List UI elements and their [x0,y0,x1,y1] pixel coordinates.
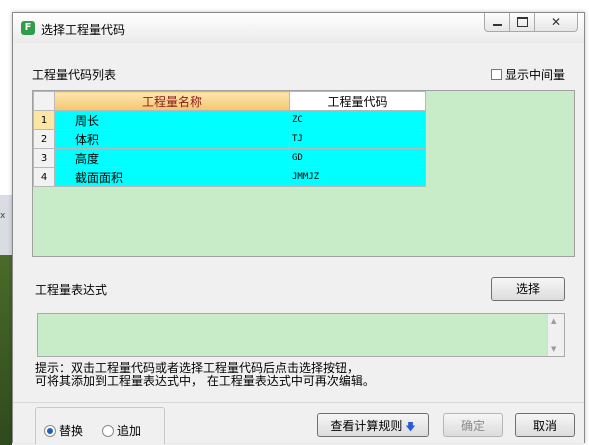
ok-button[interactable]: 确定 [443,413,503,437]
table-row[interactable]: 2 体积 TJ [33,129,426,149]
footer-divider [13,402,584,403]
minimize-button[interactable] [484,13,510,32]
show-intermediate-checkbox[interactable]: 显示中间量 [491,66,565,83]
cell-name[interactable]: 体积 [54,129,290,149]
append-radio[interactable]: 追加 [102,422,141,439]
scroll-down-icon[interactable]: ▼ [551,345,556,353]
window-title: 选择工程量代码 [41,23,126,37]
cell-name[interactable]: 截面面积 [54,167,290,187]
column-header-name[interactable]: 工程量名称 [54,91,290,111]
radio-selected-icon[interactable] [44,424,56,437]
close-icon: ✕ [550,15,562,29]
mode-radio-group: 替换 追加 [35,407,165,444]
cell-name[interactable]: 高度 [54,148,290,168]
app-icon: F [21,21,35,35]
column-header-code[interactable]: 工程量代码 [289,91,426,111]
replace-radio[interactable]: 替换 [44,422,83,439]
cancel-button[interactable]: 取消 [515,413,575,437]
scroll-up-icon[interactable]: ▲ [551,317,556,325]
title-bar[interactable]: F 选择工程量代码 ✕ [13,13,584,43]
desktop-glyph: x [0,211,6,221]
cell-code[interactable]: GD [289,148,426,168]
hint-line-1: 提示：双击工程量代码或者选择工程量代码后点击选择按钮， [35,361,360,375]
row-number: 2 [33,129,55,149]
expression-scrollbar[interactable]: ▲ ▼ [547,314,564,356]
expression-label: 工程量表达式 [35,283,108,297]
table-header-row: 工程量名称 工程量代码 [33,91,426,111]
code-list-label: 工程量代码列表 [32,68,117,82]
cell-name[interactable]: 周长 [54,110,290,130]
append-label: 追加 [117,424,142,438]
desktop-strip [0,255,12,445]
show-intermediate-label: 显示中间量 [505,68,566,82]
maximize-icon [516,17,528,27]
radio-unselected-icon[interactable] [102,424,114,437]
cell-code[interactable]: ZC [289,110,426,130]
table-row[interactable]: 4 截面面积 JMMJZ [33,167,426,187]
table-row[interactable]: 3 高度 GD [33,148,426,168]
row-number: 4 [33,167,55,187]
code-grid: 工程量名称 工程量代码 1 周长 ZC 2 体积 TJ 3 高度 GD 4 截面… [32,90,575,257]
window-controls: ✕ [484,13,578,33]
expression-textarea[interactable]: ▲ ▼ [37,313,565,357]
hint-text: 提示：双击工程量代码或者选择工程量代码后点击选择按钮， 可将其添加到工程量表达式… [35,362,375,388]
dialog-window: F 选择工程量代码 ✕ 工程量代码列表 显示中间量 工程量名称 工程量代码 1 … [12,12,585,444]
view-rules-label: 查看计算规则 [330,419,403,433]
table-row[interactable]: 1 周长 ZC [33,110,426,130]
arrow-down-icon: 🡇 [405,422,416,433]
view-rules-button[interactable]: 查看计算规则 🡇 [317,413,429,437]
cell-code[interactable]: TJ [289,129,426,149]
replace-label: 替换 [59,424,84,438]
row-number: 1 [33,110,55,130]
checkbox-box[interactable] [491,69,502,80]
desktop-background: x [0,195,12,445]
table-corner [33,91,55,111]
maximize-button[interactable] [509,13,535,32]
cell-code[interactable]: JMMJZ [289,167,426,187]
close-button[interactable]: ✕ [534,13,578,32]
row-number: 3 [33,148,55,168]
hint-line-2: 可将其添加到工程量表达式中， 在工程量表达式中可再次编辑。 [35,374,375,388]
minimize-icon [492,24,502,26]
code-table: 工程量名称 工程量代码 1 周长 ZC 2 体积 TJ 3 高度 GD 4 截面… [33,91,426,187]
select-button[interactable]: 选择 [491,277,565,301]
